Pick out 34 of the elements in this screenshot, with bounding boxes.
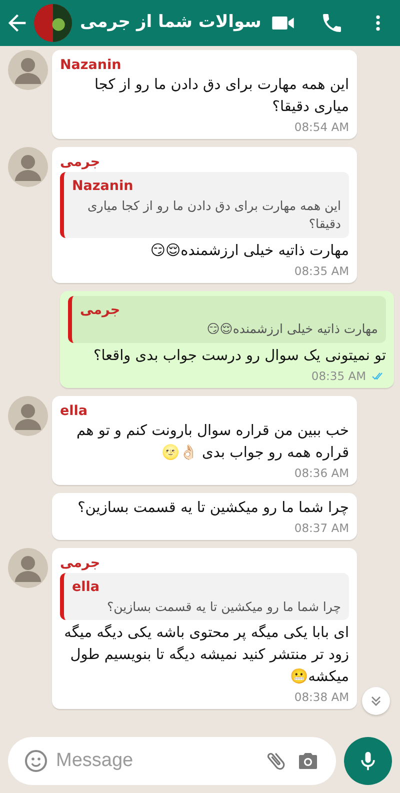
quoted-text: مهارت ذاتیه خیلی ارزشمنده😌😏 bbox=[206, 320, 378, 338]
message-text: ای بابا یکی میگه پر محتوی باشه یکی دیگه میگه زود تر منتشر کنید نمیشه دیگه تا بنویسیم طول میکشه😬 bbox=[63, 623, 349, 687]
avatar[interactable] bbox=[34, 4, 72, 42]
message-time: 08:35 AM bbox=[294, 262, 349, 280]
message-text: این همه مهارت برای دق دادن ما رو از کجا میاری دقیقا؟ bbox=[93, 76, 349, 117]
message-time: 08:37 AM bbox=[294, 520, 349, 537]
message-time: 08:54 AM bbox=[294, 118, 349, 136]
message-text: مهارت ذاتیه خیلی ارزشمنده😌😏 bbox=[149, 242, 349, 261]
message-text: چرا شما ما رو میکشین تا یه قسمت بسازین؟ bbox=[76, 499, 349, 518]
message-time: 08:36 AM bbox=[294, 464, 349, 482]
avatar[interactable] bbox=[8, 396, 48, 436]
quoted-text: چرا شما ما رو میکشین تا یه قسمت بسازین؟ bbox=[106, 598, 341, 616]
quoted-message[interactable]: جرمی مهارت ذاتیه خیلی ارزشمنده😌😏 bbox=[68, 296, 386, 343]
message-text: خب ببین من قراره سوال بارونت کنم و تو هم قراره همه رو جواب بدی 👌🏻🌝 bbox=[75, 422, 349, 463]
message-bar[interactable]: Message bbox=[8, 737, 336, 785]
microphone-button[interactable] bbox=[344, 737, 392, 785]
emoji-icon[interactable] bbox=[24, 749, 48, 773]
sender-name: جرمی bbox=[60, 554, 102, 573]
quoted-sender: Nazanin bbox=[72, 177, 134, 196]
sender-name: جرمی bbox=[60, 153, 102, 172]
quoted-text: این همه مهارت برای دق دادن ما رو از کجا میاری دقیقا؟ bbox=[86, 196, 341, 234]
avatar[interactable] bbox=[8, 548, 48, 588]
message-time: 08:38 AM bbox=[294, 688, 349, 706]
sender-name: ella bbox=[60, 402, 89, 421]
quoted-sender: ella bbox=[72, 578, 101, 598]
message-field[interactable]: Message bbox=[56, 746, 256, 776]
sender-name: Nazanin bbox=[60, 56, 122, 75]
avatar[interactable] bbox=[8, 147, 48, 187]
message-time: 08:35 AM bbox=[311, 368, 366, 385]
quoted-sender: جرمی bbox=[80, 301, 122, 320]
message-text: تو نمیتونی یک سوال رو درست جواب بدی واقعا؟ bbox=[92, 347, 386, 366]
scroll-down-button[interactable] bbox=[362, 687, 390, 715]
phone-icon[interactable] bbox=[320, 11, 344, 35]
avatar[interactable] bbox=[8, 50, 48, 90]
